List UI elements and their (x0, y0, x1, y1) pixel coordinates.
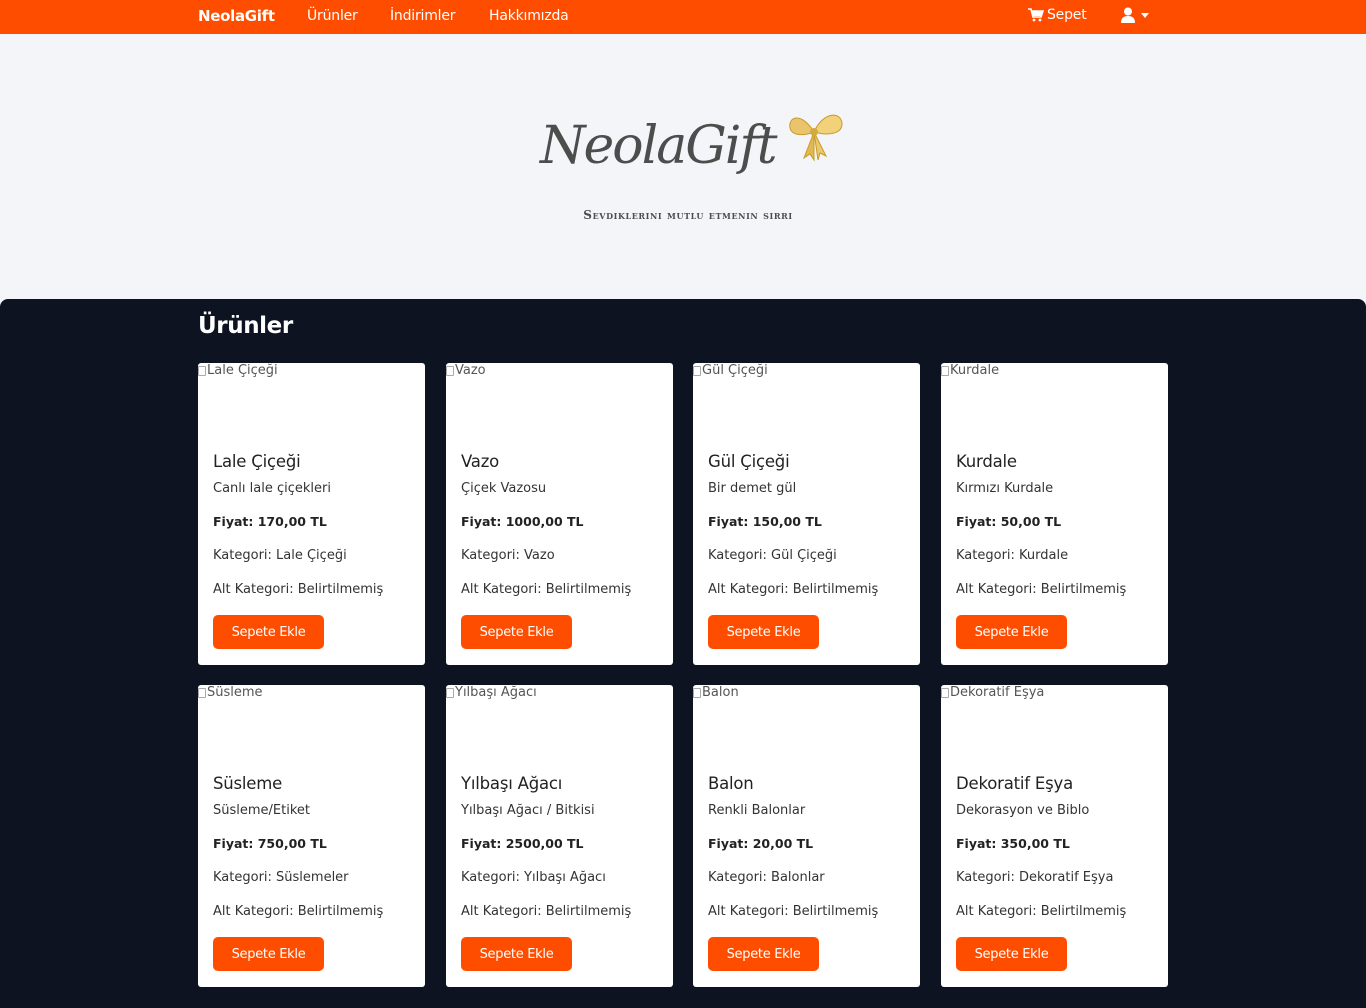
broken-image-icon (941, 688, 949, 698)
broken-image-icon (693, 688, 701, 698)
product-image-alt: Süsleme (207, 685, 263, 700)
product-category: Kategori: Yılbaşı Ağacı (461, 870, 606, 885)
product-subcategory: Alt Kategori: Belirtilmemiş (708, 904, 879, 919)
product-price: Fiyat: 350,00 TL (956, 836, 1070, 851)
product-price: Fiyat: 1000,00 TL (461, 514, 584, 529)
product-name: Süsleme (213, 774, 283, 793)
product-image-alt: Vazo (455, 363, 486, 378)
product-image: Dekoratif Eşya (941, 685, 1168, 765)
product-card: Gül Çiçeği Gül Çiçeği Bir demet gül Fiya… (693, 363, 920, 665)
product-card: Vazo Vazo Çiçek Vazosu Fiyat: 1000,00 TL… (446, 363, 673, 665)
broken-image-icon (198, 366, 206, 376)
nav-link-about[interactable]: Hakkımızda (489, 8, 569, 24)
hero-banner: NeolaGift Sevdiklerini mutlu etmenin sır… (0, 34, 1366, 309)
product-subcategory: Alt Kategori: Belirtilmemiş (213, 904, 384, 919)
section-title: Ürünler (198, 313, 293, 339)
product-image: Vazo (446, 363, 673, 443)
product-description: Canlı lale çiçekleri (213, 481, 331, 496)
product-name: Kurdale (956, 452, 1017, 471)
product-subcategory: Alt Kategori: Belirtilmemiş (461, 582, 632, 597)
add-to-cart-button[interactable]: Sepete Ekle (461, 937, 572, 971)
product-subcategory: Alt Kategori: Belirtilmemiş (461, 904, 632, 919)
product-image-alt: Balon (702, 685, 739, 700)
product-card: Yılbaşı Ağacı Yılbaşı Ağacı Yılbaşı Ağac… (446, 685, 673, 987)
product-description: Dekorasyon ve Biblo (956, 803, 1090, 818)
broken-image-icon (693, 366, 701, 376)
product-category: Kategori: Kurdale (956, 548, 1069, 563)
product-price: Fiyat: 750,00 TL (213, 836, 327, 851)
products-section: Ürünler Lale Çiçeği Lale Çiçeği Canlı la… (0, 299, 1366, 1008)
product-image-alt: Lale Çiçeği (207, 363, 278, 378)
add-to-cart-button[interactable]: Sepete Ekle (708, 937, 819, 971)
product-category: Kategori: Gül Çiçeği (708, 548, 837, 563)
gold-bow-icon (789, 114, 843, 162)
add-to-cart-button[interactable]: Sepete Ekle (956, 615, 1067, 649)
product-name: Dekoratif Eşya (956, 774, 1074, 793)
product-description: Yılbaşı Ağacı / Bitkisi (461, 803, 595, 818)
product-image-alt: Gül Çiçeği (702, 363, 768, 378)
product-description: Bir demet gül (708, 481, 797, 496)
cart-link[interactable]: Sepet (1028, 7, 1087, 23)
product-name: Balon (708, 774, 754, 793)
product-card: Süsleme Süsleme Süsleme/Etiket Fiyat: 75… (198, 685, 425, 987)
product-image: Yılbaşı Ağacı (446, 685, 673, 765)
cart-label: Sepet (1047, 7, 1087, 23)
product-card: Lale Çiçeği Lale Çiçeği Canlı lale çiçek… (198, 363, 425, 665)
add-to-cart-button[interactable]: Sepete Ekle (708, 615, 819, 649)
broken-image-icon (941, 366, 949, 376)
broken-image-icon (446, 366, 454, 376)
top-navbar: NeolaGift Ürünler İndirimler Hakkımızda … (0, 0, 1366, 34)
user-icon (1121, 7, 1135, 23)
broken-image-icon (446, 688, 454, 698)
product-card: Balon Balon Renkli Balonlar Fiyat: 20,00… (693, 685, 920, 987)
nav-link-discounts[interactable]: İndirimler (390, 8, 456, 24)
logo-tagline: Sevdiklerini mutlu etmenin sırrı (583, 208, 793, 222)
product-price: Fiyat: 20,00 TL (708, 836, 814, 851)
add-to-cart-button[interactable]: Sepete Ekle (213, 937, 324, 971)
product-image-alt: Dekoratif Eşya (950, 685, 1045, 700)
product-card: Dekoratif Eşya Dekoratif Eşya Dekorasyon… (941, 685, 1168, 987)
nav-link-products[interactable]: Ürünler (307, 8, 358, 24)
brand-link[interactable]: NeolaGift (198, 7, 275, 25)
product-subcategory: Alt Kategori: Belirtilmemiş (956, 582, 1127, 597)
product-name: Yılbaşı Ağacı (461, 774, 563, 793)
shopping-cart-icon (1028, 8, 1044, 22)
product-description: Renkli Balonlar (708, 803, 806, 818)
product-card: Kurdale Kurdale Kırmızı Kurdale Fiyat: 5… (941, 363, 1168, 665)
product-price: Fiyat: 170,00 TL (213, 514, 327, 529)
product-category: Kategori: Vazo (461, 548, 555, 563)
product-category: Kategori: Balonlar (708, 870, 825, 885)
product-description: Çiçek Vazosu (461, 481, 547, 496)
product-price: Fiyat: 2500,00 TL (461, 836, 584, 851)
product-category: Kategori: Lale Çiçeği (213, 548, 347, 563)
product-subcategory: Alt Kategori: Belirtilmemiş (956, 904, 1127, 919)
add-to-cart-button[interactable]: Sepete Ekle (461, 615, 572, 649)
add-to-cart-button[interactable]: Sepete Ekle (956, 937, 1067, 971)
product-image: Gül Çiçeği (693, 363, 920, 443)
brand-logo: NeolaGift Sevdiklerini mutlu etmenin sır… (528, 99, 848, 234)
product-image: Süsleme (198, 685, 425, 765)
product-description: Süsleme/Etiket (213, 803, 310, 818)
product-subcategory: Alt Kategori: Belirtilmemiş (708, 582, 879, 597)
broken-image-icon (198, 688, 206, 698)
logo-script-text: NeolaGift (540, 116, 778, 176)
product-image: Balon (693, 685, 920, 765)
product-name: Gül Çiçeği (708, 452, 790, 471)
product-image: Kurdale (941, 363, 1168, 443)
product-image-alt: Kurdale (950, 363, 1000, 378)
product-image: Lale Çiçeği (198, 363, 425, 443)
product-subcategory: Alt Kategori: Belirtilmemiş (213, 582, 384, 597)
add-to-cart-button[interactable]: Sepete Ekle (213, 615, 324, 649)
product-category: Kategori: Dekoratif Eşya (956, 870, 1114, 885)
user-menu-toggle[interactable] (1121, 7, 1149, 23)
product-price: Fiyat: 150,00 TL (708, 514, 822, 529)
chevron-down-icon (1141, 12, 1149, 18)
product-image-alt: Yılbaşı Ağacı (455, 685, 537, 700)
product-description: Kırmızı Kurdale (956, 481, 1054, 496)
product-category: Kategori: Süslemeler (213, 870, 349, 885)
product-name: Vazo (461, 452, 500, 471)
product-price: Fiyat: 50,00 TL (956, 514, 1062, 529)
product-name: Lale Çiçeği (213, 452, 301, 471)
